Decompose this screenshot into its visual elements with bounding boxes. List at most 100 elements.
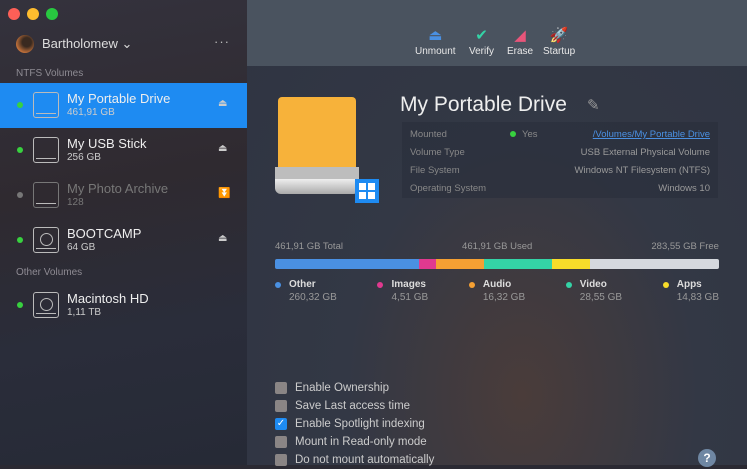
mount-status-dot — [17, 147, 23, 153]
hard-disk-icon — [33, 227, 59, 253]
more-icon[interactable]: ··· — [214, 34, 230, 49]
usage-bar — [275, 259, 719, 269]
legend-value: 4,51 GB — [391, 292, 429, 303]
legend-label: Other — [289, 279, 316, 290]
info-value: Windows 10 — [658, 183, 710, 194]
toolbar: ⏏ Unmount ✔ Verify ◢ Erase 🚀 Startup — [247, 0, 747, 66]
drive-image — [275, 97, 379, 203]
usage-segment-free — [589, 259, 719, 269]
volume-name: Macintosh HD — [67, 291, 149, 306]
usage-segment-video — [483, 259, 552, 269]
legend-item: Video 28,55 GB — [565, 279, 622, 303]
checkbox[interactable]: ✓ — [275, 418, 287, 430]
volume-size: 461,91 GB — [67, 107, 115, 118]
legend-dot — [377, 282, 384, 288]
volume-name: My Photo Archive — [67, 181, 169, 196]
option-label: Mount in Read-only mode — [295, 436, 427, 448]
volume-size: 1,11 TB — [67, 307, 102, 318]
legend-dot — [275, 282, 281, 288]
volume-item[interactable]: My USB Stick 256 GB ⏏ — [0, 128, 247, 173]
eject-icon: ⏏ — [428, 27, 443, 44]
erase-button[interactable]: ◢ Erase — [507, 26, 533, 57]
volume-item[interactable]: BOOTCAMP 64 GB ⏏ — [0, 218, 247, 263]
capacity-summary: 461,91 GB Total 461,91 GB Used 283,55 GB… — [275, 241, 719, 252]
mount-status-dot — [17, 237, 23, 243]
window-controls — [8, 8, 58, 20]
total-capacity: 461,91 GB Total — [275, 241, 343, 252]
usage-segment-images — [418, 259, 436, 269]
eject-icon[interactable]: ⏏ — [218, 98, 227, 109]
section-other-volumes: Other Volumes — [16, 267, 83, 278]
legend-label: Apps — [676, 279, 702, 290]
option-checkbox[interactable]: Save Last access time — [275, 397, 434, 415]
startup-button[interactable]: 🚀 Startup — [543, 26, 575, 57]
usage-segment-apps — [551, 259, 590, 269]
user-name: Bartholomew ⌄ — [42, 36, 133, 51]
volume-name: My USB Stick — [67, 136, 147, 151]
checkbox[interactable] — [275, 382, 287, 394]
legend-item: Apps 14,83 GB — [662, 279, 719, 303]
minimize-button[interactable] — [27, 8, 39, 20]
external-drive-icon — [33, 137, 59, 163]
volume-name: My Portable Drive — [67, 91, 171, 106]
mount-status-dot — [17, 192, 23, 198]
legend-dot — [468, 282, 475, 288]
checkmark-icon: ✔ — [475, 27, 488, 44]
unmount-button[interactable]: ⏏ Unmount — [415, 26, 456, 57]
option-label: Enable Ownership — [295, 382, 389, 394]
eject-icon[interactable]: ⏏ — [218, 143, 227, 154]
edit-name-icon[interactable]: ✎ — [587, 96, 600, 114]
mount-status-dot — [17, 102, 23, 108]
option-checkbox[interactable]: Do not mount automatically — [275, 451, 434, 469]
legend-value: 260,32 GB — [289, 292, 337, 303]
option-label: Do not mount automatically — [295, 454, 435, 466]
usage-legend: Other 260,32 GB Images 4,51 GB Audio 16,32 GB… — [275, 279, 719, 303]
sidebar: Bartholomew ⌄ ··· NTFS Volumes Other Vol… — [0, 0, 247, 465]
volume-item[interactable]: My Portable Drive 461,91 GB ⏏ — [0, 83, 247, 128]
volume-info: Mounted Yes/Volumes/My Portable Drive Vol… — [402, 122, 718, 198]
legend-value: 16,32 GB — [482, 292, 526, 303]
volume-item[interactable]: Macintosh HD 1,11 TB — [0, 283, 247, 328]
option-checkbox[interactable]: ✓ Enable Spotlight indexing — [275, 415, 434, 433]
windows-logo-icon — [355, 179, 379, 203]
mount-path-link[interactable]: /Volumes/My Portable Drive — [593, 126, 710, 144]
volume-size: 64 GB — [67, 242, 96, 253]
eraser-icon: ◢ — [514, 27, 526, 44]
option-label: Enable Spotlight indexing — [295, 418, 425, 430]
checkbox[interactable] — [275, 454, 287, 466]
external-drive-icon — [33, 92, 59, 118]
info-value: Windows NT Filesystem (NTFS) — [574, 165, 710, 176]
user-menu[interactable]: Bartholomew ⌄ — [16, 35, 132, 53]
usage-segment-other — [275, 259, 419, 269]
verify-button[interactable]: ✔ Verify — [469, 26, 494, 57]
info-value: USB External Physical Volume — [580, 147, 710, 158]
free-capacity: 283,55 GB Free — [651, 241, 719, 252]
option-checkbox[interactable]: Mount in Read-only mode — [275, 433, 434, 451]
legend-label: Images — [391, 279, 426, 290]
option-checkbox[interactable]: Enable Ownership — [275, 379, 434, 397]
checkbox[interactable] — [275, 436, 287, 448]
main-panel: ⏏ Unmount ✔ Verify ◢ Erase 🚀 Startup My Port… — [247, 0, 747, 467]
volume-name: BOOTCAMP — [67, 226, 142, 241]
legend-label: Video — [579, 279, 607, 290]
used-capacity: 461,91 GB Used — [462, 241, 533, 252]
volume-size: 128 — [67, 197, 84, 208]
mounted-status: Yes — [510, 126, 538, 144]
info-label: Mounted — [410, 129, 447, 140]
eject-icon[interactable]: ⏏ — [218, 233, 227, 244]
legend-dot — [662, 282, 669, 288]
legend-dot — [565, 282, 572, 288]
checkbox[interactable] — [275, 400, 287, 412]
volume-item[interactable]: My Photo Archive 128 ⏬ — [0, 173, 247, 218]
section-ntfs-volumes: NTFS Volumes — [16, 68, 84, 79]
info-label: Operating System — [410, 183, 487, 194]
zoom-button[interactable] — [46, 8, 58, 20]
info-label: Volume Type — [410, 147, 465, 158]
info-label: File System — [410, 165, 460, 176]
hard-disk-icon — [33, 292, 59, 318]
avatar — [16, 35, 34, 53]
mount-icon[interactable]: ⏬ — [218, 188, 230, 199]
help-button[interactable]: ? — [698, 449, 716, 467]
options-list: Enable Ownership Save Last access time ✓ En… — [275, 379, 434, 469]
close-button[interactable] — [8, 8, 20, 20]
